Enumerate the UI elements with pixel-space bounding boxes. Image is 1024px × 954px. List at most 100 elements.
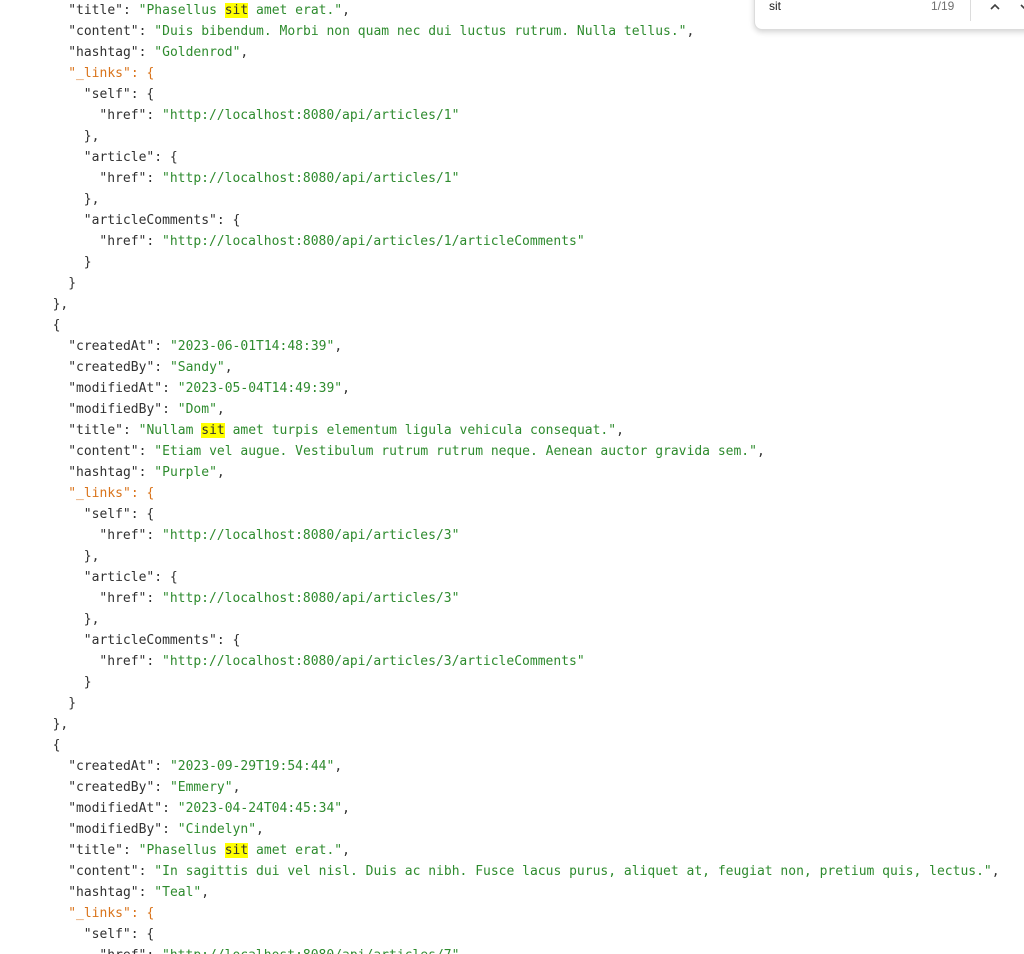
json-token: : [154,780,170,795]
json-token: : [138,24,155,39]
json-token: "createdAt" [68,339,155,354]
json-token: } [68,276,77,291]
json-line: "modifiedAt": "2023-05-04T14:49:39", [68,378,350,399]
json-token: "href" [99,108,147,123]
json-line: "hashtag": "Goldenrod", [68,42,248,63]
json-token: "http://localhost:8080/api/articles/1/ar… [162,234,585,249]
json-line: "_links": { [68,903,154,924]
json-token: : [146,948,162,954]
json-token: "Duis bibendum. Morbi non quam nec dui l… [154,24,687,39]
json-line: "article": { [84,567,178,588]
json-token: "content" [68,444,139,459]
json-line: }, [84,189,100,210]
json-line: }, [84,609,100,630]
json-token: "Phasellus [138,3,225,18]
json-line: "content": "Duis bibendum. Morbi non qua… [68,21,694,42]
json-token: "Sandy" [169,360,225,375]
json-token: "Dom" [177,402,217,417]
json-token: : { [154,150,178,165]
json-line: "createdBy": "Sandy", [68,357,232,378]
json-line: "_links": { [68,63,154,84]
json-token: "_links" [68,66,131,81]
json-line: } [68,693,76,714]
json-token: : [122,3,139,18]
json-token: "modifiedBy" [68,822,163,837]
json-token: "Purple" [154,465,217,480]
json-token: : [162,402,178,417]
json-token: "_links" [68,906,131,921]
json-token: , [240,45,249,60]
find-input[interactable]: sit [769,0,781,13]
json-token: "self" [83,87,131,102]
json-token: : [146,528,163,543]
json-token: "href" [99,171,147,186]
json-token: : { [130,486,155,501]
json-line: "modifiedBy": "Cindelyn", [68,819,264,840]
search-match-highlight: sit [224,3,249,18]
json-token: "Goldenrod" [154,45,241,60]
json-token: , [342,801,350,816]
json-token: : [138,885,155,900]
json-token: } [83,675,92,690]
json-line: "title": "Phasellus sit amet erat.", [68,840,350,861]
json-line: "self": { [84,504,154,525]
find-divider [970,0,971,21]
json-token: , [201,885,210,900]
json-token: "title" [68,423,123,438]
json-token: "modifiedAt" [68,801,163,816]
json-token: "content" [68,24,139,39]
json-line: { [53,315,61,336]
json-line: "title": "Nullam sit amet turpis element… [68,420,624,441]
json-token: : [154,360,170,375]
search-match-highlight: sit [224,843,249,858]
json-line: "self": { [84,924,154,945]
json-token: : [154,339,170,354]
json-token: "http://localhost:8080/api/articles/1" [162,108,460,123]
json-token: "self" [83,927,131,942]
json-token: : [122,423,139,438]
json-token: "Emmery" [169,780,233,795]
chevron-up-icon[interactable] [985,0,1005,17]
json-line: }, [84,126,100,147]
json-token: "http://localhost:8080/api/articles/3" [162,591,460,606]
json-token: "2023-05-04T14:49:39" [177,381,343,396]
json-token: "http://localhost:8080/api/articles/3" [162,528,460,543]
json-token: }, [52,297,69,312]
json-token: "Cindelyn" [177,822,257,837]
json-line: "href": "http://localhost:8080/api/artic… [99,231,584,252]
json-token: : [138,45,155,60]
json-token: "createdBy" [68,360,155,375]
json-token: amet erat." [248,3,343,18]
json-token: , [232,780,241,795]
json-token: : [146,108,163,123]
json-token: , [256,822,264,837]
json-line: "createdAt": "2023-09-29T19:54:44", [68,756,342,777]
json-token: "hashtag" [68,885,139,900]
json-line: "modifiedAt": "2023-04-24T04:45:34", [68,798,350,819]
search-match-highlight: sit [201,423,225,438]
json-token: amet turpis elementum ligula vehicula co… [224,423,617,438]
json-token: , [616,423,624,438]
json-token: "modifiedAt" [68,381,163,396]
json-token: : { [130,927,155,942]
json-token: "http://localhost:8080/api/articles/3/ar… [162,654,585,669]
json-token: "Nullam [138,423,202,438]
json-token: } [68,696,77,711]
json-token: "href" [99,528,147,543]
json-line: "title": "Phasellus sit amet erat.", [68,0,350,21]
json-token: "articleComments" [83,633,217,648]
json-token: "_links" [68,486,131,501]
json-line: "href": "http://localhost:8080/api/artic… [99,105,459,126]
json-token: , [342,843,350,858]
chevron-down-icon[interactable] [1015,0,1024,17]
json-token: : { [130,66,155,81]
json-token: "modifiedBy" [68,402,163,417]
json-token: , [342,381,350,396]
json-token: "article" [83,150,155,165]
json-token: : [146,654,163,669]
json-line: "href": "http://localhost:8080/api/artic… [99,588,459,609]
json-token: { [52,738,61,753]
json-line: } [84,672,92,693]
json-token: "hashtag" [68,45,139,60]
json-token: }, [83,549,100,564]
